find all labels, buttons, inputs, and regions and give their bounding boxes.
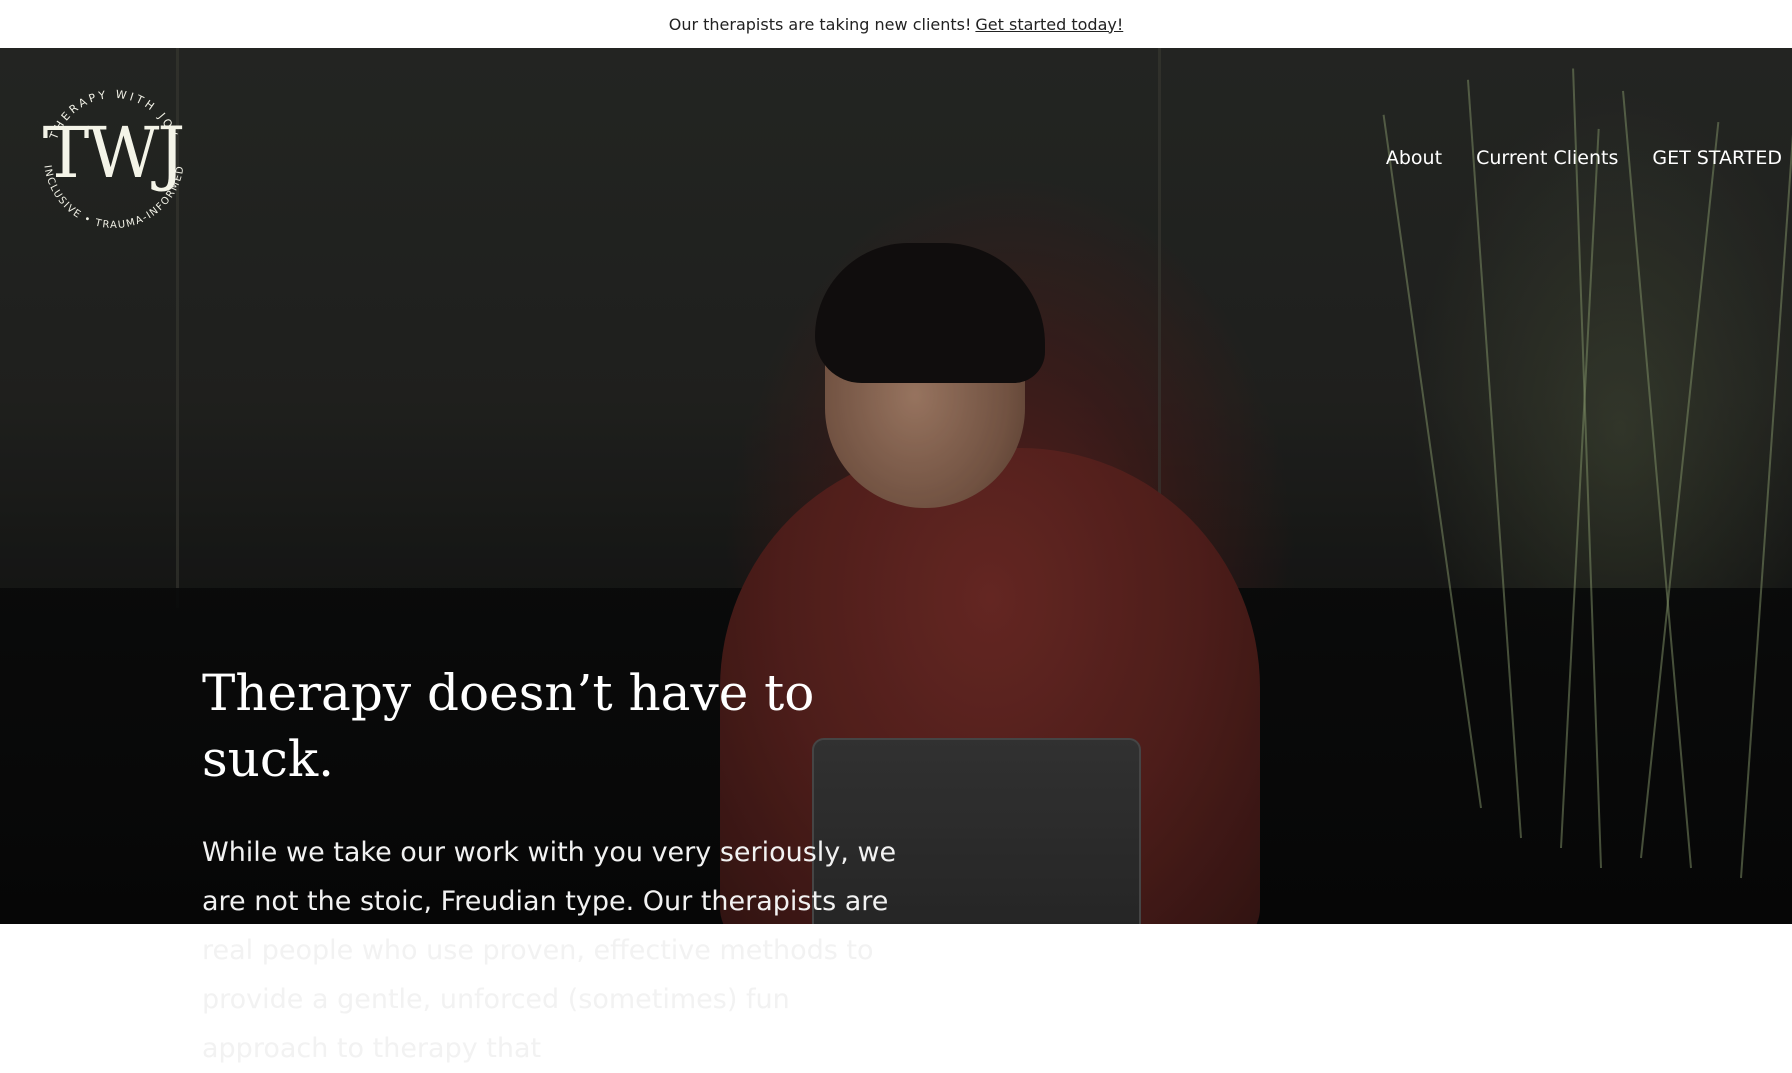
- get-started-link[interactable]: Get started today!: [975, 15, 1123, 34]
- nav-item-current-clients[interactable]: Current Clients: [1476, 147, 1618, 169]
- hero-heading: Therapy doesn’t have to suck.: [202, 664, 815, 788]
- announcement-bar: Our therapists are taking new clients! G…: [0, 0, 1792, 48]
- nav-item-get-started[interactable]: GET STARTED: [1652, 147, 1782, 169]
- hero-content: Therapy doesn’t have to suck. While we t…: [202, 660, 922, 1073]
- logo-monogram: TWJ: [42, 112, 186, 194]
- site-logo[interactable]: THERAPY WITH JOY INCLUSIVE • TRAUMA-INFO…: [30, 72, 198, 244]
- announcement-text: Our therapists are taking new clients!: [668, 14, 972, 34]
- hero-body-text: While we take our work with you very ser…: [202, 837, 897, 1064]
- nav-item-about[interactable]: About: [1386, 147, 1442, 169]
- main-nav: About Current Clients GET STARTED: [1386, 147, 1782, 169]
